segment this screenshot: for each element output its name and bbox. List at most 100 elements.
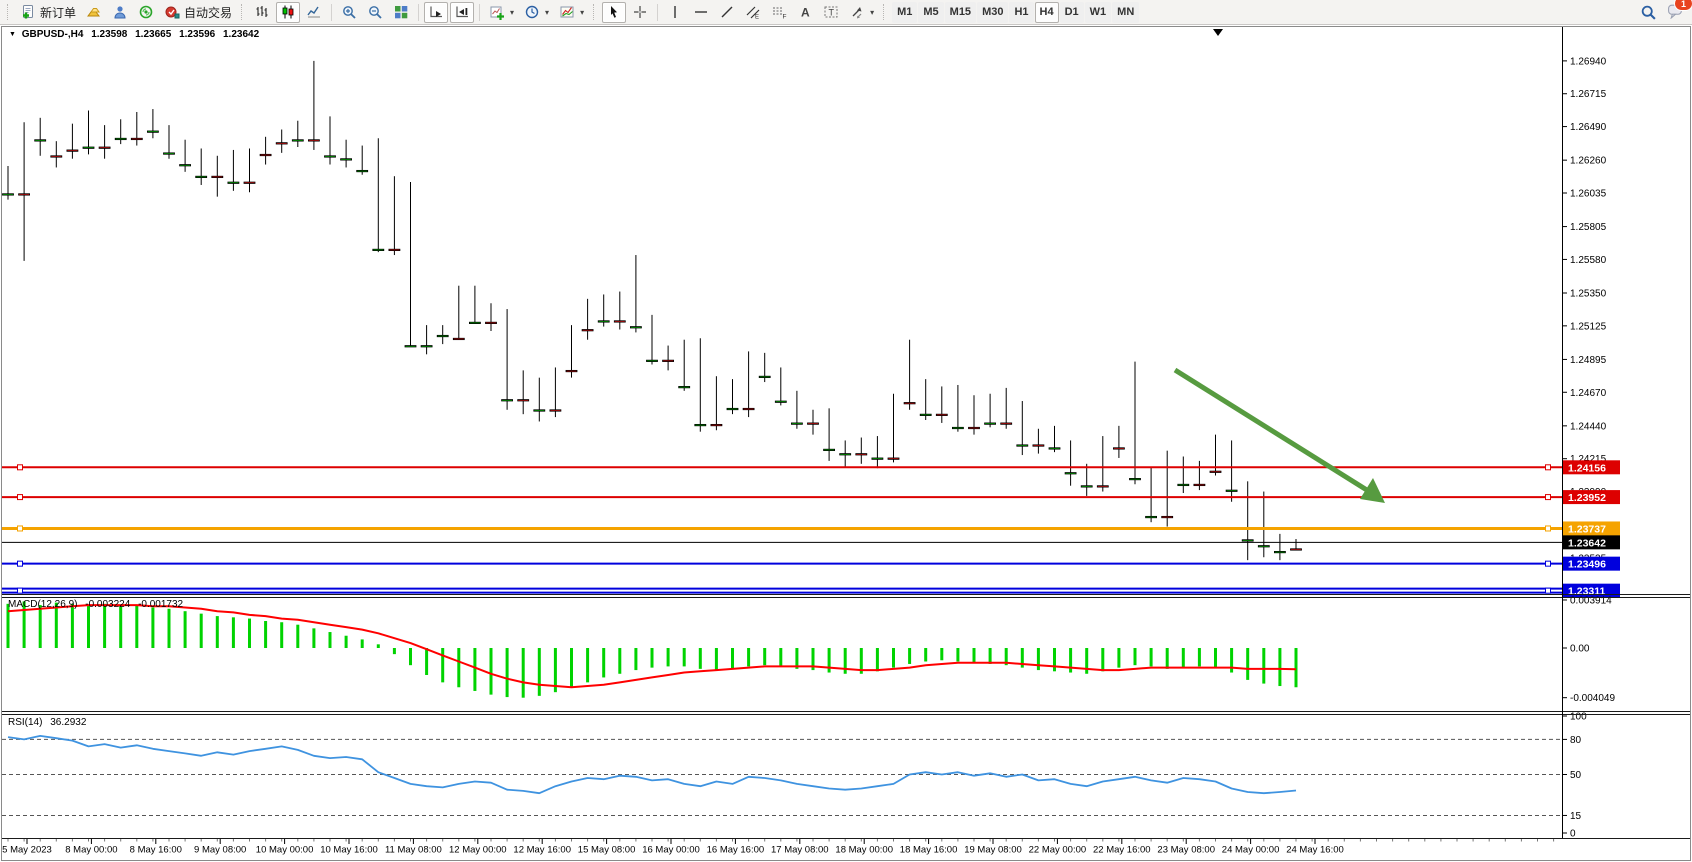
timeframe-M1[interactable]: M1 (892, 2, 917, 23)
macd-histogram-bar (1295, 648, 1298, 687)
text-button[interactable]: A (793, 2, 817, 23)
macd-histogram-bar (329, 632, 332, 648)
candle-down (695, 424, 706, 425)
text-label-icon: T (823, 4, 839, 20)
timeframe-H1[interactable]: H1 (1009, 2, 1033, 23)
candle-up (389, 249, 400, 250)
vertical-line-button[interactable] (663, 2, 687, 23)
time-label: 10 May 16:00 (320, 845, 378, 856)
autotrading-button[interactable]: 自动交易 (160, 2, 236, 23)
line-handle[interactable] (18, 588, 23, 593)
navigator-button[interactable] (108, 2, 132, 23)
svg-text:T: T (829, 8, 835, 18)
candle-up (888, 458, 899, 459)
candle-down (1258, 546, 1269, 547)
line-handle[interactable] (18, 465, 23, 470)
candle-down (775, 401, 786, 402)
macd-histogram-bar (828, 648, 831, 673)
candle-down (791, 423, 802, 424)
signals-button[interactable] (134, 2, 158, 23)
chevron-down-icon[interactable]: ▼ (9, 31, 16, 38)
market-watch-button[interactable] (82, 2, 106, 23)
time-label: 17 May 08:00 (771, 845, 829, 856)
hline-chip-label: 1.23737 (1568, 523, 1606, 535)
macd-histogram-bar (168, 609, 171, 648)
periods-button[interactable]: ▾ (520, 2, 553, 23)
auto-scroll-button[interactable] (424, 2, 448, 23)
macd-histogram-bar (506, 648, 509, 697)
timeframe-MN[interactable]: MN (1112, 2, 1139, 23)
chart-canvas[interactable]: 1.269401.267151.264901.262601.260351.258… (0, 0, 1692, 862)
macd-histogram-bar (425, 648, 428, 675)
candlestick-chart-button[interactable] (276, 2, 300, 23)
line-handle[interactable] (1546, 465, 1551, 470)
timeframe-W1[interactable]: W1 (1085, 2, 1112, 23)
new-order-button[interactable]: 新订单 (16, 2, 80, 23)
line-handle[interactable] (1546, 526, 1551, 531)
macd-histogram-bar (1214, 648, 1217, 668)
line-handle[interactable] (1546, 588, 1551, 593)
arrow-objects-icon (849, 4, 865, 20)
candle-up (856, 454, 867, 455)
search-button[interactable] (1636, 2, 1661, 23)
equidistant-channel-button[interactable]: E (741, 2, 765, 23)
zoom-in-button[interactable] (337, 2, 361, 23)
crosshair-button[interactable] (628, 2, 652, 23)
candle-down (679, 386, 690, 387)
timeframe-H4[interactable]: H4 (1035, 2, 1059, 23)
trendline-button[interactable] (715, 2, 739, 23)
rsi-axis-label: 80 (1570, 735, 1582, 746)
bar-chart-button[interactable] (250, 2, 274, 23)
tile-windows-icon (393, 4, 409, 20)
periods-clock-icon (524, 4, 540, 20)
candle-up (131, 138, 142, 139)
templates-button[interactable]: ▾ (555, 2, 588, 23)
timeframe-M15[interactable]: M15 (945, 2, 976, 23)
arrows-button[interactable]: ▾ (845, 2, 878, 23)
time-label: 12 May 00:00 (449, 845, 507, 856)
macd-histogram-bar (618, 648, 621, 674)
timeframe-M30[interactable]: M30 (977, 2, 1008, 23)
candle-up (486, 322, 497, 323)
line-chart-button[interactable] (302, 2, 326, 23)
line-handle[interactable] (1546, 495, 1551, 500)
candle-down (1226, 490, 1237, 491)
trendline-icon (719, 4, 735, 20)
macd-histogram-bar (522, 648, 525, 698)
candle-up (743, 408, 754, 409)
candle-up (308, 140, 319, 141)
timeframe-M5[interactable]: M5 (918, 2, 943, 23)
line-handle[interactable] (1546, 561, 1551, 566)
new-order-label: 新订单 (40, 4, 76, 21)
time-label: 16 May 16:00 (707, 845, 765, 856)
zoom-in-icon (341, 4, 357, 20)
rsi-axis-label: 0 (1570, 829, 1576, 840)
candle-down (35, 140, 46, 141)
candle-up (1001, 423, 1012, 424)
notification-badge[interactable]: 1 (1674, 0, 1692, 11)
cursor-button[interactable] (602, 2, 626, 23)
macd-histogram-bar (634, 648, 637, 670)
chart-shift-button[interactable] (450, 2, 474, 23)
candle-down (1242, 540, 1253, 541)
horizontal-line-button[interactable] (689, 2, 713, 23)
tile-windows-button[interactable] (389, 2, 413, 23)
zoom-out-button[interactable] (363, 2, 387, 23)
zoom-out-icon (367, 4, 383, 20)
macd-histogram-bar (135, 605, 138, 648)
candle-up (260, 154, 271, 155)
line-handle[interactable] (18, 495, 23, 500)
candle-up (550, 410, 561, 411)
line-handle[interactable] (18, 526, 23, 531)
fibonacci-button[interactable]: F (767, 2, 791, 23)
indicators-button[interactable]: ▾ (485, 2, 518, 23)
candle-down (405, 346, 416, 347)
toolbar-grip (593, 4, 597, 20)
candle-down (83, 147, 94, 148)
timeframe-D1[interactable]: D1 (1060, 2, 1084, 23)
text-label-button[interactable]: T (819, 2, 843, 23)
line-handle[interactable] (18, 561, 23, 566)
macd-histogram-bar (490, 648, 493, 695)
candle-down (1065, 473, 1076, 474)
low-value: 1.23596 (179, 29, 215, 40)
